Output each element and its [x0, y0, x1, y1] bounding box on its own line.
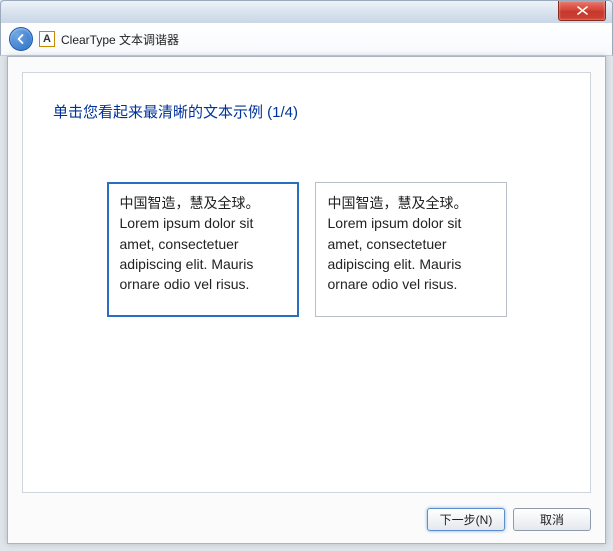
app-icon-letter: A [43, 34, 51, 45]
close-button[interactable] [558, 1, 606, 21]
sample-latin-text: Lorem ipsum dolor sit amet, consectetuer… [120, 215, 254, 292]
cancel-button-label: 取消 [540, 511, 564, 528]
app-icon: A [39, 31, 55, 47]
main-panel: 单击您看起来最清晰的文本示例 (1/4) 中国智造，慧及全球。 Lorem ip… [22, 72, 591, 493]
next-button[interactable]: 下一步(N) [427, 508, 505, 531]
next-button-label: 下一步(N) [440, 511, 493, 528]
page-heading: 单击您看起来最清晰的文本示例 (1/4) [53, 101, 560, 122]
sample-cjk-text: 中国智造，慧及全球。 [328, 195, 468, 211]
content-area: 单击您看起来最清晰的文本示例 (1/4) 中国智造，慧及全球。 Lorem ip… [7, 56, 606, 544]
text-sample-2[interactable]: 中国智造，慧及全球。 Lorem ipsum dolor sit amet, c… [315, 182, 507, 317]
back-button[interactable] [9, 27, 33, 51]
cancel-button[interactable]: 取消 [513, 508, 591, 531]
titlebar [0, 0, 613, 23]
close-icon [577, 6, 588, 15]
footer-buttons: 下一步(N) 取消 [427, 508, 591, 531]
header-title: ClearType 文本调谐器 [61, 31, 179, 48]
sample-latin-text: Lorem ipsum dolor sit amet, consectetuer… [328, 215, 462, 292]
wizard-window: A ClearType 文本调谐器 单击您看起来最清晰的文本示例 (1/4) 中… [0, 0, 613, 551]
sample-grid: 中国智造，慧及全球。 Lorem ipsum dolor sit amet, c… [53, 182, 560, 317]
header-bar: A ClearType 文本调谐器 [0, 23, 613, 56]
sample-cjk-text: 中国智造，慧及全球。 [120, 195, 260, 211]
back-arrow-icon [15, 33, 27, 45]
text-sample-1[interactable]: 中国智造，慧及全球。 Lorem ipsum dolor sit amet, c… [107, 182, 299, 317]
